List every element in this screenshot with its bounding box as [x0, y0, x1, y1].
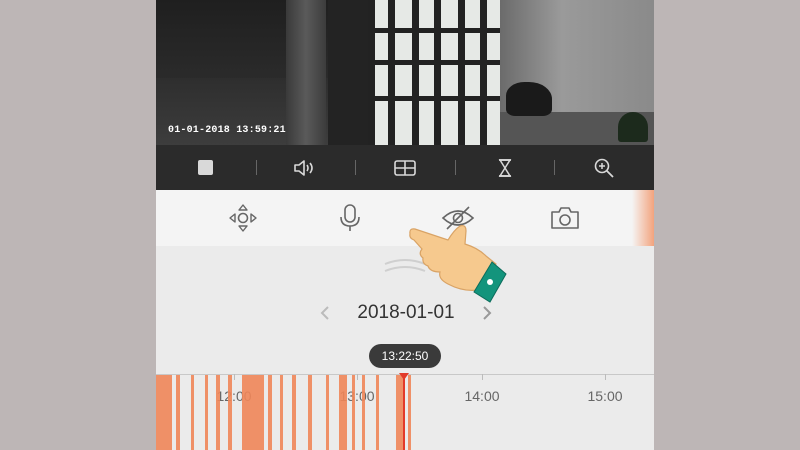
recording-segment: [308, 375, 312, 450]
plant-image: [618, 112, 648, 142]
recording-segment: [191, 375, 194, 450]
timeline-tick: [605, 374, 606, 380]
camera-snapshot-icon: [551, 207, 579, 229]
recording-segment: [292, 375, 296, 450]
recording-segment: [408, 375, 411, 450]
motorbike-image: [506, 82, 552, 116]
hand-pointer-icon: [409, 224, 507, 303]
stop-icon: [198, 160, 214, 175]
playhead-cursor[interactable]: [403, 374, 405, 450]
camera-app-screen: 01-01-2018 13:59:21 2018-01-01 13:22:50 …: [156, 0, 654, 450]
recording-segment: [326, 375, 329, 450]
microphone-button[interactable]: [332, 200, 368, 236]
recording-segment: [268, 375, 272, 450]
timeline-tick: [482, 374, 483, 380]
video-feed[interactable]: 01-01-2018 13:59:21: [156, 0, 654, 145]
recording-segment: [156, 375, 172, 450]
snapshot-button[interactable]: [547, 200, 583, 236]
layout-icon: [394, 159, 416, 176]
ptz-move-button[interactable]: [225, 200, 261, 236]
microphone-icon: [340, 204, 360, 231]
gate-image: [368, 0, 500, 145]
recording-segment: [216, 375, 220, 450]
video-timestamp: 01-01-2018 13:59:21: [168, 125, 286, 136]
layout-button[interactable]: [355, 145, 455, 190]
ptz-move-icon: [229, 204, 257, 232]
recording-segment: [362, 375, 365, 450]
sound-button[interactable]: [255, 145, 356, 190]
recording-segment: [280, 375, 283, 450]
timeline-tick: [357, 374, 358, 380]
timeline-tick-label: 15:00: [587, 388, 623, 404]
recording-segment: [205, 375, 208, 450]
recording-segment: [339, 375, 347, 450]
recording-segment: [352, 375, 355, 450]
recording-segment: [228, 375, 232, 450]
speaker-icon: [294, 159, 314, 176]
video-control-bar: [156, 145, 654, 190]
timeline-tick: [234, 374, 235, 380]
current-time-badge: 13:22:50: [369, 344, 441, 368]
recording-segment: [242, 375, 264, 450]
recording-timeline[interactable]: 12:00 13:00 14:00 15:00: [156, 373, 654, 450]
zoom-in-icon: [594, 158, 614, 178]
date-navigator: 2018-01-01: [156, 298, 654, 328]
feature-bar: [156, 190, 654, 246]
recording-segment: [176, 375, 180, 450]
zoom-in-button[interactable]: [554, 145, 654, 190]
stop-button[interactable]: [156, 145, 256, 190]
hourglass-button[interactable]: [454, 145, 555, 190]
hourglass-icon: [498, 158, 511, 177]
playhead-tip: [399, 373, 409, 380]
recording-segment: [376, 375, 379, 450]
timeline-tick-label: 14:00: [464, 388, 500, 404]
